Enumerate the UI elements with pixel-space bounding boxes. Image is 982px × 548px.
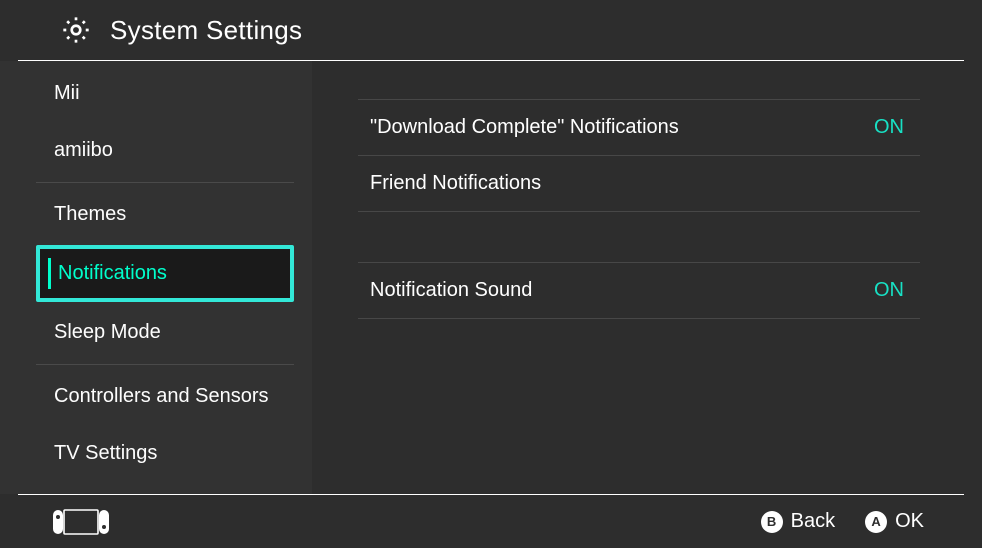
- a-glyph-icon: A: [865, 511, 887, 533]
- page-title: System Settings: [110, 15, 302, 46]
- settings-group: "Download Complete" Notifications ON Fri…: [358, 65, 920, 212]
- settings-row-value: ON: [874, 116, 908, 139]
- settings-row-label: Friend Notifications: [370, 172, 541, 195]
- sidebar-item-mii[interactable]: Mii: [36, 65, 294, 122]
- gear-icon: [60, 14, 92, 46]
- sidebar-item-label: Themes: [54, 203, 126, 225]
- footer: B Back A OK: [18, 494, 964, 548]
- settings-row-friend-notifications[interactable]: Friend Notifications: [358, 156, 920, 212]
- sidebar-item-label: Controllers and Sensors: [54, 385, 269, 407]
- body: Mii amiibo Themes Notifications Sleep Mo…: [0, 61, 982, 494]
- back-button[interactable]: B Back: [761, 510, 835, 533]
- ok-button[interactable]: A OK: [865, 510, 924, 533]
- footer-button-label: OK: [895, 510, 924, 533]
- settings-row-value: ON: [874, 279, 908, 302]
- footer-button-label: Back: [791, 510, 835, 533]
- sidebar-divider: [36, 182, 294, 183]
- settings-group: Notification Sound ON: [358, 262, 920, 319]
- sidebar-item-themes[interactable]: Themes: [36, 186, 294, 243]
- sidebar-item-notifications[interactable]: Notifications: [36, 245, 294, 302]
- settings-row-label: "Download Complete" Notifications: [370, 116, 679, 139]
- sidebar-item-label: Mii: [54, 82, 80, 104]
- header: System Settings: [18, 0, 964, 61]
- sidebar-item-sleep-mode[interactable]: Sleep Mode: [36, 304, 294, 361]
- controller-icon: [52, 509, 110, 535]
- sidebar-item-label: Sleep Mode: [54, 321, 161, 343]
- sidebar-item-tv-settings[interactable]: TV Settings: [36, 425, 294, 482]
- settings-row-download-complete[interactable]: "Download Complete" Notifications ON: [358, 100, 920, 156]
- sidebar-item-label: TV Settings: [54, 442, 157, 464]
- sidebar: Mii amiibo Themes Notifications Sleep Mo…: [0, 61, 312, 494]
- settings-row-label: [370, 65, 376, 88]
- footer-left: [52, 509, 110, 535]
- settings-row-notification-sound[interactable]: Notification Sound ON: [358, 262, 920, 319]
- sidebar-item-label: amiibo: [54, 139, 113, 161]
- b-glyph-icon: B: [761, 511, 783, 533]
- system-settings-screen: System Settings Mii amiibo Themes Notifi…: [0, 0, 982, 548]
- settings-row-label: Notification Sound: [370, 279, 532, 302]
- content-panel: "Download Complete" Notifications ON Fri…: [312, 61, 982, 494]
- sidebar-item-amiibo[interactable]: amiibo: [36, 122, 294, 179]
- sidebar-item-label: Notifications: [54, 262, 167, 284]
- sidebar-divider: [36, 364, 294, 365]
- sidebar-item-controllers-and-sensors[interactable]: Controllers and Sensors: [36, 368, 294, 425]
- footer-right: B Back A OK: [761, 510, 924, 533]
- settings-row-spacer: [358, 65, 920, 100]
